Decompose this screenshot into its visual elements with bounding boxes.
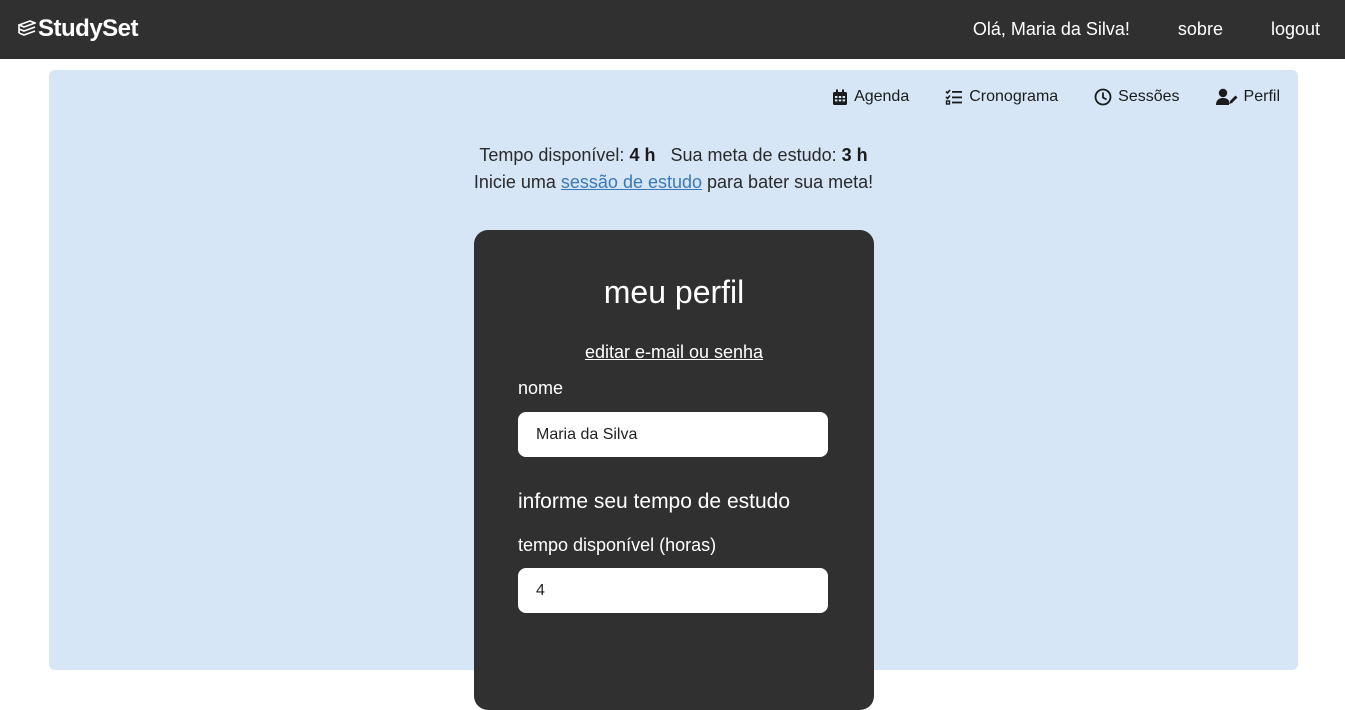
section-nav: Agenda Cronograma Sessões Perfil — [832, 88, 1280, 106]
available-hours-input[interactable] — [518, 568, 828, 613]
user-edit-icon — [1215, 88, 1238, 106]
available-time-value: 4 h — [629, 145, 656, 165]
about-link[interactable]: sobre — [1178, 19, 1223, 40]
header-nav: Olá, Maria da Silva! sobre logout — [973, 0, 1320, 59]
cta-suffix: para bater sua meta! — [707, 172, 874, 192]
name-input[interactable] — [518, 412, 828, 457]
nav-item-agenda[interactable]: Agenda — [832, 88, 909, 106]
nav-item-perfil[interactable]: Perfil — [1215, 88, 1280, 106]
checklist-icon — [945, 89, 963, 105]
nav-item-label: Cronograma — [969, 88, 1059, 105]
profile-title: meu perfil — [603, 274, 745, 310]
nav-item-cronograma[interactable]: Cronograma — [945, 88, 1058, 106]
available-time-label: Tempo disponível: — [479, 145, 625, 165]
cta-prefix: Inicie uma — [473, 172, 556, 192]
brand-logo[interactable]: StudySet — [18, 12, 139, 46]
nav-item-label: Perfil — [1243, 88, 1280, 105]
goal-label: Sua meta de estudo: — [670, 145, 837, 165]
logout-link[interactable]: logout — [1271, 19, 1320, 40]
edit-email-password-link[interactable]: editar e-mail ou senha — [474, 342, 874, 363]
available-hours-label: tempo disponível (horas) — [518, 535, 717, 555]
top-navbar: StudySet Olá, Maria da Silva! sobre logo… — [0, 0, 1345, 59]
clock-icon — [1094, 88, 1112, 106]
study-session-link[interactable]: sessão de estudo — [561, 172, 702, 192]
cta-line: Inicie uma sessão de estudo para bater s… — [49, 169, 1298, 196]
calendar-icon — [832, 89, 848, 106]
books-icon — [18, 19, 36, 39]
brand-name: StudySet — [38, 15, 139, 42]
nav-item-label: Sessões — [1118, 88, 1180, 105]
goal-value: 3 h — [841, 145, 868, 165]
profile-card: meu perfil editar e-mail ou senha nome i… — [474, 230, 874, 710]
study-time-section-title: informe seu tempo de estudo — [518, 490, 790, 513]
nav-item-sessoes[interactable]: Sessões — [1094, 88, 1180, 106]
summary-line: Tempo disponível: 4 h Sua meta de estudo… — [49, 142, 1298, 169]
greeting-link[interactable]: Olá, Maria da Silva! — [973, 19, 1130, 40]
name-label: nome — [518, 378, 564, 398]
nav-item-label: Agenda — [854, 88, 910, 105]
main-panel: Agenda Cronograma Sessões Perfil Tempo d… — [49, 70, 1298, 710]
study-summary: Tempo disponível: 4 h Sua meta de estudo… — [49, 142, 1298, 196]
